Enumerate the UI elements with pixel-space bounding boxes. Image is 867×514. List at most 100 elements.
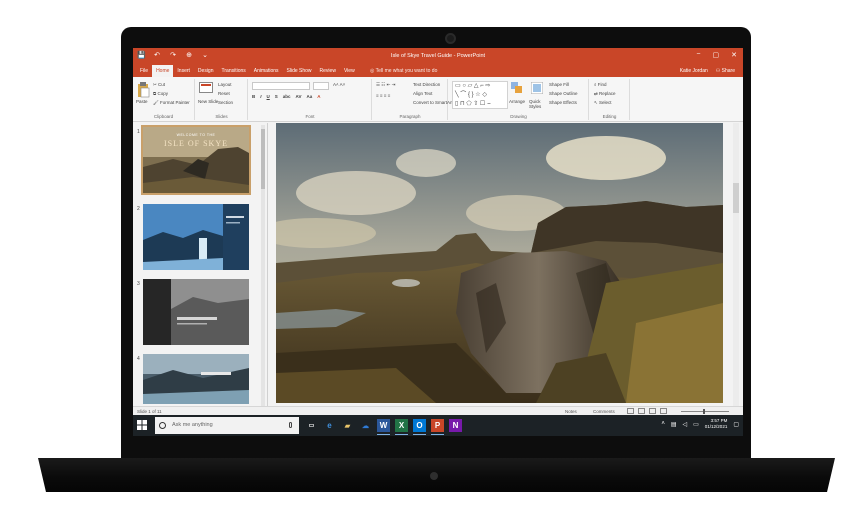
- slide-thumbnail-2[interactable]: [143, 204, 249, 270]
- notifications-icon[interactable]: ▢: [733, 421, 739, 428]
- char-spacing-button[interactable]: AV: [296, 94, 302, 99]
- onedrive-icon[interactable]: ☁: [359, 419, 372, 432]
- volume-icon[interactable]: ◁: [683, 421, 688, 428]
- font-name-box[interactable]: [252, 82, 310, 90]
- find-button[interactable]: ⌕ Find: [594, 82, 607, 87]
- network-icon[interactable]: ▤: [671, 421, 677, 428]
- zoom-slider[interactable]: [681, 411, 729, 412]
- change-case-button[interactable]: Aa: [306, 94, 312, 99]
- outlook-icon[interactable]: O: [413, 419, 426, 435]
- copy-button[interactable]: ⧉ Copy: [153, 91, 168, 96]
- new-slide-icon[interactable]: [199, 82, 213, 96]
- editing-group-label: Editing: [602, 114, 617, 119]
- replace-button[interactable]: ⇄ Replace: [594, 91, 616, 97]
- file-explorer-icon[interactable]: ▰: [341, 419, 354, 432]
- onenote-icon[interactable]: N: [449, 419, 462, 432]
- reset-button[interactable]: Reset: [218, 91, 230, 96]
- normal-view-icon[interactable]: [627, 408, 634, 414]
- microphone-icon[interactable]: [289, 422, 292, 428]
- shape-effects-button[interactable]: Shape Effects: [549, 100, 577, 105]
- windows-start-icon[interactable]: [137, 420, 147, 430]
- quick-styles-label[interactable]: Quick Styles: [529, 99, 545, 109]
- landscape-photo: [276, 123, 723, 403]
- cortana-icon: [159, 422, 166, 429]
- ribbon: Paste ✂ Cut ⧉ Copy 🖌 Format Painter Clip…: [133, 77, 743, 122]
- slide-thumbnail-4[interactable]: [143, 354, 249, 404]
- underline-button[interactable]: U: [267, 94, 270, 99]
- tab-animations[interactable]: Animations: [250, 65, 283, 77]
- shape-fill-button[interactable]: Shape Fill: [549, 82, 569, 87]
- tab-design[interactable]: Design: [194, 65, 218, 77]
- title-bar: 💾 ↶ ↷ ⊕ ⌄ Isle of Skye Travel Guide - Po…: [133, 48, 743, 65]
- tab-home[interactable]: Home: [152, 65, 174, 77]
- layout-button[interactable]: Layout: [218, 82, 232, 87]
- align-icons[interactable]: ≡ ≡ ≡ ≡: [376, 93, 390, 98]
- clock-date: 01/12/2021: [704, 424, 728, 429]
- clipboard-group: Paste ✂ Cut ⧉ Copy 🖌 Format Painter Clip…: [133, 79, 195, 120]
- edge-icon[interactable]: e: [323, 419, 336, 432]
- shape-outline-button[interactable]: Shape Outline: [549, 91, 578, 96]
- tab-review[interactable]: Review: [316, 65, 340, 77]
- slide-thumbnail-1[interactable]: WELCOME TO THE ISLE OF SKYE: [141, 125, 251, 195]
- share-button[interactable]: ⚇ Share: [716, 68, 735, 74]
- word-icon[interactable]: W: [377, 419, 390, 435]
- editor-scrollbar[interactable]: [733, 123, 739, 413]
- align-text-button[interactable]: Align Text: [413, 91, 432, 96]
- strikethrough-button[interactable]: S: [275, 94, 278, 99]
- copy-label: Copy: [157, 91, 168, 96]
- thumbnail-scrollbar[interactable]: [261, 125, 265, 409]
- zoom-slider-thumb[interactable]: [703, 409, 705, 414]
- arrange-label[interactable]: Arrange: [509, 99, 525, 104]
- list-icons[interactable]: ☰ ☷ ⇤ ⇥: [376, 82, 395, 88]
- clock[interactable]: 3:57 PM 01/12/2021: [705, 418, 728, 430]
- close-button[interactable]: ✕: [731, 51, 737, 59]
- chevron-up-icon[interactable]: ˄: [661, 421, 665, 427]
- battery-icon[interactable]: ▭: [693, 421, 699, 428]
- shadow-button[interactable]: abc: [283, 94, 291, 99]
- cut-button[interactable]: ✂ Cut: [153, 82, 165, 88]
- maximize-button[interactable]: ▢: [713, 51, 720, 59]
- text-direction-button[interactable]: Text Direction: [413, 82, 440, 87]
- grow-font-icon[interactable]: A˄ A˅: [333, 82, 345, 87]
- cortana-search-input[interactable]: Ask me anything: [155, 417, 299, 434]
- tab-insert[interactable]: Insert: [173, 65, 194, 77]
- paste-label[interactable]: Paste: [136, 99, 148, 104]
- comments-button[interactable]: Comments: [593, 409, 615, 414]
- quick-styles-icon[interactable]: [530, 81, 544, 95]
- font-color-button[interactable]: A: [317, 94, 320, 99]
- bold-button[interactable]: B: [252, 94, 255, 99]
- notes-button[interactable]: Notes: [565, 409, 577, 414]
- arrange-icon[interactable]: [511, 82, 523, 95]
- tab-view[interactable]: View: [340, 65, 359, 77]
- section-button[interactable]: Section: [218, 100, 233, 105]
- italic-button[interactable]: I: [260, 94, 261, 99]
- excel-icon[interactable]: X: [395, 419, 408, 435]
- tab-file[interactable]: File: [136, 65, 152, 77]
- select-button[interactable]: ↖ Select: [594, 100, 612, 106]
- thumb-1-title: ISLE OF SKYE: [163, 139, 228, 148]
- slide-sorter-icon[interactable]: [638, 408, 645, 414]
- tab-slide-show[interactable]: Slide Show: [283, 65, 316, 77]
- minimize-button[interactable]: −: [696, 51, 700, 59]
- scroll-thumb[interactable]: [261, 129, 265, 189]
- user-name[interactable]: Katie Jordan: [680, 68, 708, 74]
- slideshow-view-icon[interactable]: [660, 408, 667, 414]
- new-slide-label[interactable]: New Slide: [198, 99, 218, 104]
- main-slide-canvas[interactable]: [276, 123, 723, 403]
- taskbar: Ask me anything ▭ e ▰ ☁ W X O P N ˄ ▤ ◁ …: [133, 415, 743, 436]
- shapes-gallery[interactable]: ▭ ○ ▱ △ ⌐ ⇨ ╲ ⌒ { } ☆ ◇ ▯ ⊓ ⬠ ⇧ ☐ ⌣: [452, 81, 508, 109]
- task-view-icon[interactable]: ▭: [305, 419, 318, 432]
- reading-view-icon[interactable]: [649, 408, 656, 414]
- font-size-box[interactable]: [313, 82, 329, 90]
- format-painter-button[interactable]: 🖌 Format Painter: [153, 100, 190, 106]
- editor-scroll-thumb[interactable]: [733, 183, 739, 213]
- powerpoint-icon[interactable]: P: [431, 419, 444, 435]
- tell-me-box[interactable]: ◎ Tell me what you want to do: [370, 68, 437, 74]
- convert-smartart-button[interactable]: Convert to SmartArt: [413, 100, 453, 105]
- status-bar: Slide 1 of 11 Notes Comments: [133, 406, 743, 415]
- ribbon-tab-bar: File Home Insert Design Transitions Anim…: [133, 65, 743, 77]
- user-area: Katie Jordan ⚇ Share: [680, 68, 735, 74]
- paste-icon[interactable]: [136, 82, 150, 98]
- tab-transitions[interactable]: Transitions: [218, 65, 250, 77]
- slide-thumbnail-3[interactable]: [143, 279, 249, 345]
